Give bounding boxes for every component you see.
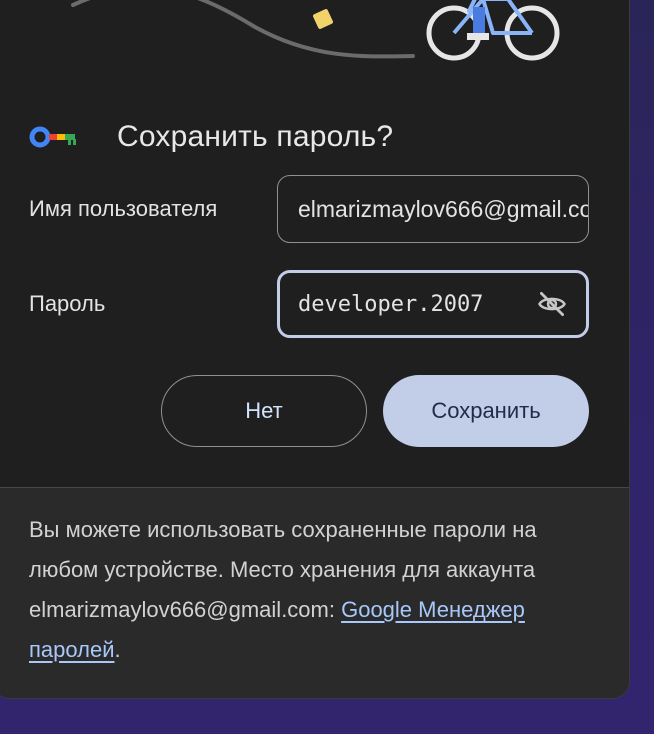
save-button[interactable]: Сохранить: [383, 375, 589, 447]
username-field[interactable]: elmarizmaylov666@gmail.com: [277, 175, 589, 243]
dialog-buttons: Нет Сохранить: [161, 375, 589, 447]
key-icon: [29, 126, 76, 148]
password-label: Пароль: [29, 291, 106, 316]
eye-off-icon[interactable]: [532, 284, 572, 324]
dialog-title: Сохранить пароль?: [117, 120, 394, 153]
background-strip: [628, 0, 654, 734]
username-row: Имя пользователя elmarizmaylov666@gmail.…: [29, 175, 589, 243]
password-row: Пароль developer.2007: [29, 270, 589, 338]
password-value[interactable]: developer.2007: [298, 292, 522, 317]
dialog-header: Сохранить пароль?: [29, 115, 393, 159]
username-value[interactable]: elmarizmaylov666@gmail.com: [298, 196, 588, 223]
bicycle-illustration: [71, 0, 560, 61]
dialog-footer: Вы можете использовать сохраненные парол…: [0, 487, 629, 698]
save-password-dialog: Сохранить пароль? Имя пользователя elmar…: [0, 0, 630, 699]
username-label: Имя пользователя: [29, 196, 218, 221]
no-button[interactable]: Нет: [161, 375, 367, 447]
password-field[interactable]: developer.2007: [277, 270, 589, 338]
footer-period: .: [114, 637, 121, 662]
